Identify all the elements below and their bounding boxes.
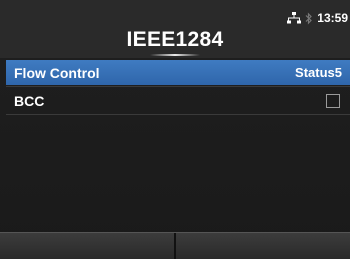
menu-item-bcc[interactable]: BCC [6,88,350,113]
status-area: 13:59 [287,10,348,26]
page-title: IEEE1284 [126,28,224,51]
clock: 13:59 [317,11,348,25]
bluetooth-icon [305,12,313,24]
menu-item-value: Status5 [295,65,342,80]
menu-item-label: Flow Control [14,64,100,81]
title-bar: IEEE1284 13:59 [0,0,350,58]
softkey-bar [0,232,350,259]
menu-item-label: BCC [14,92,45,109]
bcc-checkbox[interactable] [326,93,340,108]
row-divider [6,114,350,115]
title-underline [150,54,200,56]
softkey-right[interactable] [176,233,350,259]
printer-screen: IEEE1284 13:59 Flow Control Status5 BCC [0,0,350,259]
softkey-left[interactable] [0,233,174,259]
network-icon [287,12,302,24]
menu-item-flow-control[interactable]: Flow Control Status5 [6,60,350,85]
row-divider [6,86,350,87]
